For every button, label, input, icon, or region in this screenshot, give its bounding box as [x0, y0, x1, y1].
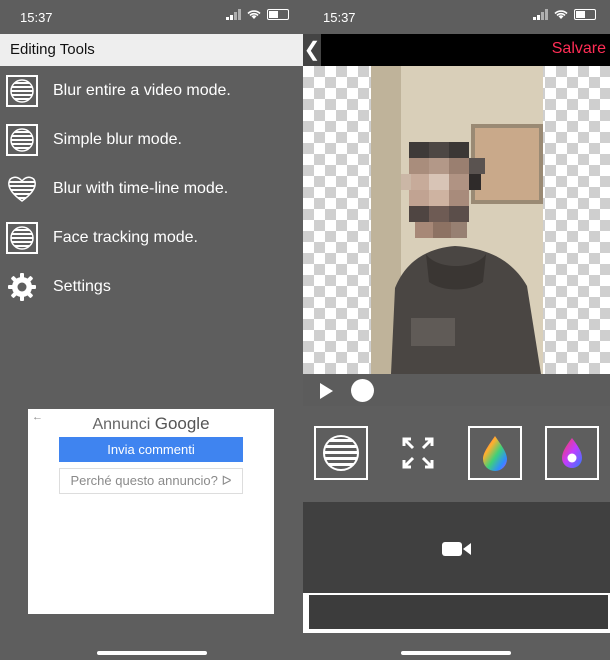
menu-item-blur-entire-video[interactable]: Blur entire a video mode.	[0, 66, 303, 115]
menu-item-simple-blur[interactable]: Simple blur mode.	[0, 115, 303, 164]
page-title: Editing Tools	[0, 34, 303, 66]
right-screen: 15:37 ❮ Salvare	[303, 0, 610, 660]
ad-title-brand: Google	[154, 414, 210, 433]
striped-circle-icon	[323, 435, 359, 471]
ad-choices-icon: ᐅ	[221, 473, 232, 488]
gear-icon	[5, 270, 39, 304]
menu-item-label: Settings	[53, 277, 111, 295]
menu-item-label: Face tracking mode.	[53, 228, 198, 246]
left-screen: 15:37 Editing Tools Blur entire a video …	[0, 0, 303, 660]
expand-arrows-icon	[402, 437, 434, 469]
striped-circle-box-icon	[6, 123, 38, 156]
striped-heart-icon	[5, 172, 39, 206]
menu-item-label: Blur with time-line mode.	[53, 179, 229, 197]
home-indicator	[401, 651, 511, 655]
home-indicator	[97, 651, 207, 655]
editing-tools-menu: Blur entire a video mode. Simple blur mo…	[0, 66, 303, 311]
battery-icon	[267, 9, 289, 20]
timeline-slider-handle[interactable]	[351, 379, 374, 402]
striped-circle-box-icon	[6, 74, 38, 107]
timeline-strip[interactable]	[303, 593, 610, 633]
why-this-ad-label: Perché questo annuncio?	[70, 473, 218, 488]
editor-toolbar: ❮ Salvare	[303, 34, 610, 66]
google-ad-panel: ← Annunci Google Invia commenti Perché q…	[28, 409, 274, 614]
blur-tools-bar	[303, 406, 610, 502]
why-this-ad-button[interactable]: Perché questo annuncio? ᐅ	[59, 468, 243, 494]
video-camera-icon[interactable]	[442, 540, 472, 558]
status-time: 15:37	[20, 10, 53, 25]
video-frame-image	[371, 66, 543, 374]
video-preview[interactable]	[303, 66, 610, 374]
wifi-icon	[247, 10, 261, 19]
battery-icon	[574, 9, 596, 20]
save-button[interactable]: Salvare	[552, 40, 606, 58]
menu-item-face-tracking[interactable]: Face tracking mode.	[0, 213, 303, 262]
rainbow-drop-icon	[483, 436, 507, 471]
blur-mode-button[interactable]	[314, 426, 368, 480]
signal-icon	[533, 9, 548, 20]
send-feedback-button[interactable]: Invia commenti	[59, 437, 243, 462]
timeline-thumbnails	[309, 595, 608, 629]
ad-title: Annunci Google	[28, 414, 274, 434]
wifi-icon	[554, 10, 568, 19]
menu-item-settings[interactable]: Settings	[0, 262, 303, 311]
color-blur-button[interactable]	[468, 426, 522, 480]
back-button[interactable]: ❮	[303, 34, 321, 66]
status-bar: 15:37	[0, 0, 303, 34]
playback-bar	[303, 374, 610, 406]
mosaic-color-button[interactable]	[545, 426, 599, 480]
status-time: 15:37	[323, 10, 356, 25]
play-icon[interactable]	[320, 383, 333, 399]
ad-title-prefix: Annunci	[92, 416, 151, 433]
menu-item-timeline-blur[interactable]: Blur with time-line mode.	[0, 164, 303, 213]
status-bar: 15:37	[303, 0, 610, 34]
color-drop-icon	[562, 438, 582, 468]
status-icons	[533, 9, 596, 20]
record-area	[303, 502, 610, 593]
video-frame	[371, 66, 543, 374]
fullscreen-button[interactable]	[391, 426, 445, 480]
signal-icon	[226, 9, 241, 20]
menu-item-label: Simple blur mode.	[53, 130, 182, 148]
striped-circle-box-icon	[6, 221, 38, 254]
menu-item-label: Blur entire a video mode.	[53, 81, 231, 99]
status-icons	[226, 9, 289, 20]
